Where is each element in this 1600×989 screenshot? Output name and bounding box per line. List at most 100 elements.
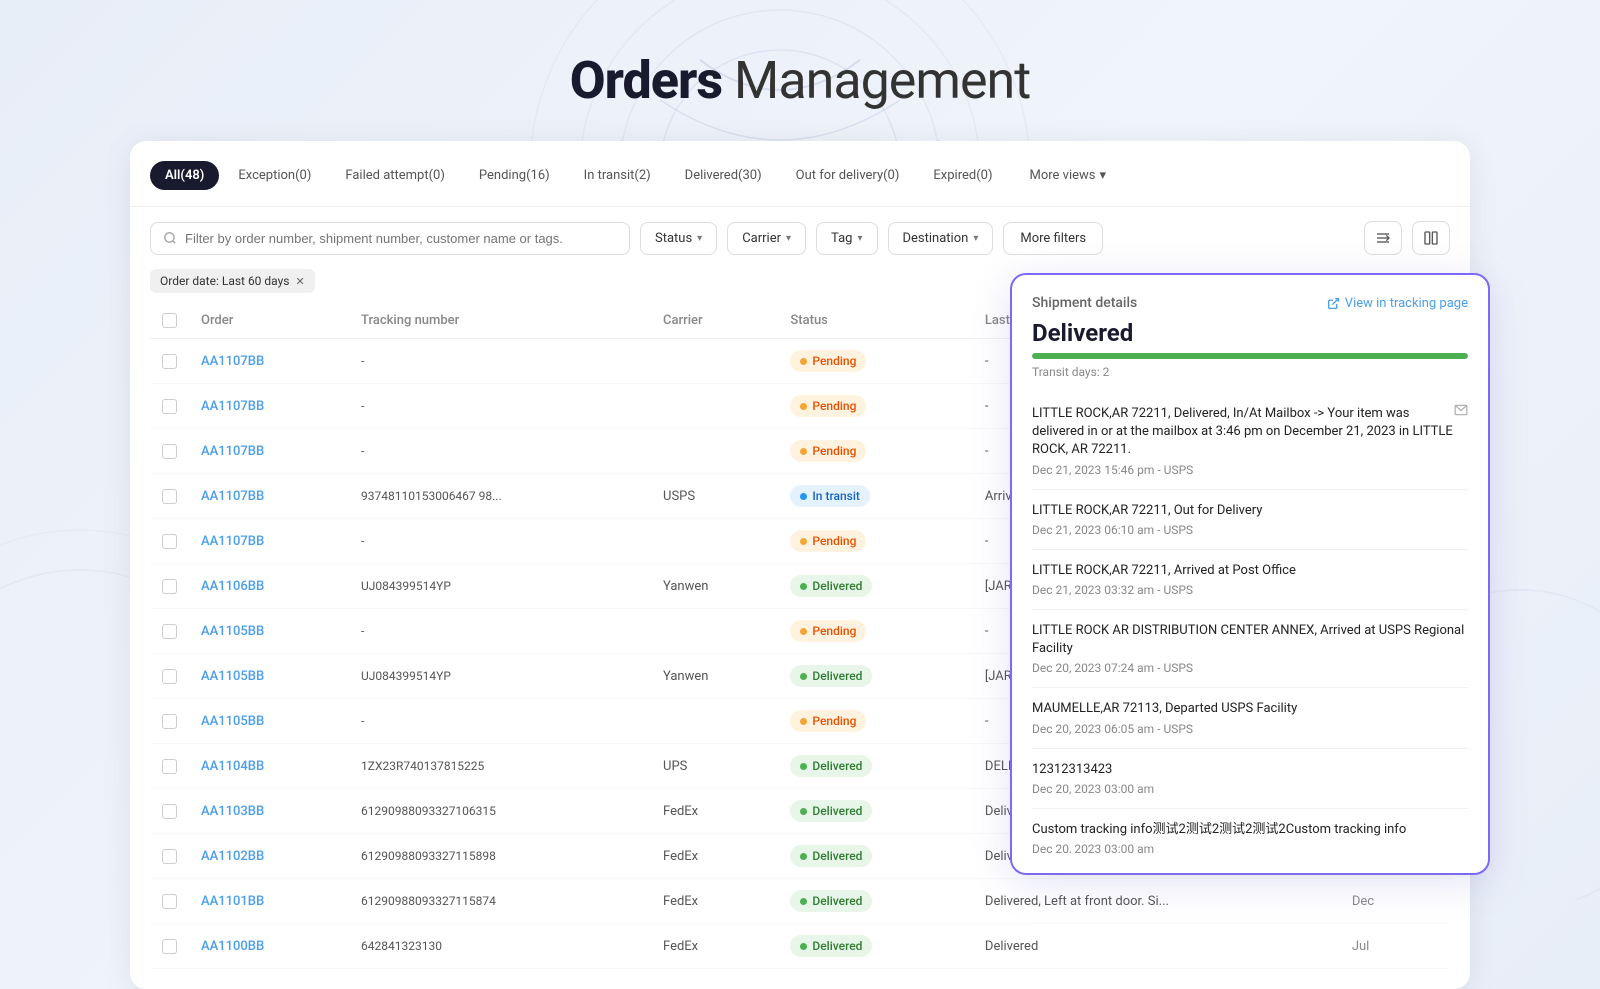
- status-badge: Delivered: [790, 800, 872, 822]
- destination-filter-button[interactable]: Destination ▾: [888, 222, 994, 255]
- row-checkbox[interactable]: [162, 669, 177, 684]
- search-input[interactable]: [185, 231, 617, 246]
- status-dot: [800, 673, 807, 680]
- carrier-filter-button[interactable]: Carrier ▾: [727, 222, 806, 255]
- status-dot: [800, 853, 807, 860]
- row-checkbox[interactable]: [162, 894, 177, 909]
- table-row: AA1100BB 642841323130 FedEx Delivered De…: [150, 924, 1450, 969]
- carrier: [651, 384, 778, 429]
- external-link-icon: [1327, 297, 1340, 310]
- order-link[interactable]: AA1107BB: [201, 444, 264, 459]
- row-checkbox[interactable]: [162, 714, 177, 729]
- tab-in-transit[interactable]: In transit(2): [569, 161, 666, 190]
- row-checkbox[interactable]: [162, 624, 177, 639]
- tab-exception[interactable]: Exception(0): [223, 161, 326, 190]
- tab-out-delivery[interactable]: Out for delivery(0): [781, 161, 915, 190]
- sort-icon-button[interactable]: [1364, 221, 1402, 255]
- row-checkbox[interactable]: [162, 444, 177, 459]
- timeline-item: LITTLE ROCK,AR 72211, Delivered, In/At M…: [1032, 393, 1468, 490]
- columns-icon-button[interactable]: [1412, 221, 1450, 255]
- order-link[interactable]: AA1104BB: [201, 759, 264, 774]
- order-link[interactable]: AA1107BB: [201, 399, 264, 414]
- timeline: LITTLE ROCK,AR 72211, Delivered, In/At M…: [1032, 393, 1468, 853]
- chevron-down-icon: ▾: [697, 233, 702, 244]
- tracking-number: UJ084399514YP: [349, 564, 651, 609]
- status-cell: Delivered: [778, 924, 973, 969]
- order-link[interactable]: AA1105BB: [201, 669, 264, 684]
- status-dot: [800, 538, 807, 545]
- tracking-number: -: [349, 699, 651, 744]
- order-link[interactable]: AA1101BB: [201, 894, 264, 909]
- carrier: [651, 519, 778, 564]
- status-dot: [800, 943, 807, 950]
- row-checkbox[interactable]: [162, 579, 177, 594]
- tracking-number: UJ084399514YP: [349, 654, 651, 699]
- carrier: UPS: [651, 744, 778, 789]
- status-badge: Delivered: [790, 935, 872, 957]
- search-icon: [163, 231, 177, 245]
- page-title-bold: Orders: [570, 50, 722, 111]
- shipment-details-panel: Shipment details View in tracking page D…: [1010, 273, 1490, 875]
- more-views-button[interactable]: More views ▾: [1015, 162, 1120, 189]
- timeline-item: LITTLE ROCK,AR 72211, Out for Delivery D…: [1032, 490, 1468, 550]
- table-row: AA1101BB 61290988093327115874 FedEx Deli…: [150, 879, 1450, 924]
- order-link[interactable]: AA1107BB: [201, 534, 264, 549]
- status-cell: Pending: [778, 609, 973, 654]
- tab-failed[interactable]: Failed attempt(0): [330, 161, 460, 190]
- status-dot: [800, 358, 807, 365]
- status-cell: Pending: [778, 519, 973, 564]
- row-checkbox[interactable]: [162, 804, 177, 819]
- order-link[interactable]: AA1107BB: [201, 489, 264, 504]
- order-link[interactable]: AA1105BB: [201, 714, 264, 729]
- carrier: Yanwen: [651, 564, 778, 609]
- status-badge: Pending: [790, 350, 866, 372]
- timeline-event-meta: Dec 21, 2023 06:10 am - USPS: [1032, 523, 1468, 537]
- timeline-event-text: Custom tracking info测试2测试2测试2测试2Custom t…: [1032, 821, 1468, 839]
- row-checkbox[interactable]: [162, 939, 177, 954]
- row-checkbox[interactable]: [162, 489, 177, 504]
- order-link[interactable]: AA1103BB: [201, 804, 264, 819]
- search-box[interactable]: [150, 222, 630, 255]
- status-dot: [800, 628, 807, 635]
- timeline-event-meta: Dec 21, 2023 03:32 am - USPS: [1032, 583, 1468, 597]
- status-badge: Delivered: [790, 575, 872, 597]
- row-checkbox[interactable]: [162, 849, 177, 864]
- status-badge: Pending: [790, 530, 866, 552]
- chevron-down-icon: ▾: [857, 233, 862, 244]
- row-checkbox[interactable]: [162, 759, 177, 774]
- row-checkbox[interactable]: [162, 399, 177, 414]
- progress-bar-fill: [1032, 353, 1468, 359]
- timeline-event-text: LITTLE ROCK,AR 72211, Delivered, In/At M…: [1032, 405, 1468, 460]
- status-dot: [800, 808, 807, 815]
- order-link[interactable]: AA1105BB: [201, 624, 264, 639]
- order-link[interactable]: AA1100BB: [201, 939, 264, 954]
- tracking-number: -: [349, 339, 651, 384]
- pick-date: Dec: [1340, 879, 1450, 924]
- tab-all[interactable]: All(48): [150, 161, 219, 190]
- select-all-checkbox[interactable]: [162, 313, 177, 328]
- tab-pending[interactable]: Pending(16): [464, 161, 565, 190]
- tab-expired[interactable]: Expired(0): [918, 161, 1007, 190]
- pick-date: Jul: [1340, 924, 1450, 969]
- remove-filter-button[interactable]: ✕: [295, 275, 304, 288]
- order-link[interactable]: AA1102BB: [201, 849, 264, 864]
- carrier: FedEx: [651, 789, 778, 834]
- timeline-event-text: MAUMELLE,AR 72113, Departed USPS Facilit…: [1032, 700, 1468, 718]
- col-status: Status: [778, 303, 973, 339]
- order-link[interactable]: AA1107BB: [201, 354, 264, 369]
- carrier: [651, 339, 778, 384]
- status-cell: Pending: [778, 384, 973, 429]
- page-title-normal: Management: [722, 50, 1030, 111]
- status-filter-button[interactable]: Status ▾: [640, 222, 717, 255]
- row-checkbox[interactable]: [162, 534, 177, 549]
- view-tracking-link[interactable]: View in tracking page: [1327, 296, 1468, 311]
- col-tracking: Tracking number: [349, 303, 651, 339]
- order-link[interactable]: AA1106BB: [201, 579, 264, 594]
- tag-filter-button[interactable]: Tag ▾: [816, 222, 877, 255]
- tab-delivered[interactable]: Delivered(30): [670, 161, 777, 190]
- chevron-down-icon: ▾: [973, 233, 978, 244]
- row-checkbox[interactable]: [162, 354, 177, 369]
- more-filters-button[interactable]: More filters: [1003, 222, 1103, 255]
- tracking-number: 61290988093327106315: [349, 789, 651, 834]
- tracking-number: -: [349, 609, 651, 654]
